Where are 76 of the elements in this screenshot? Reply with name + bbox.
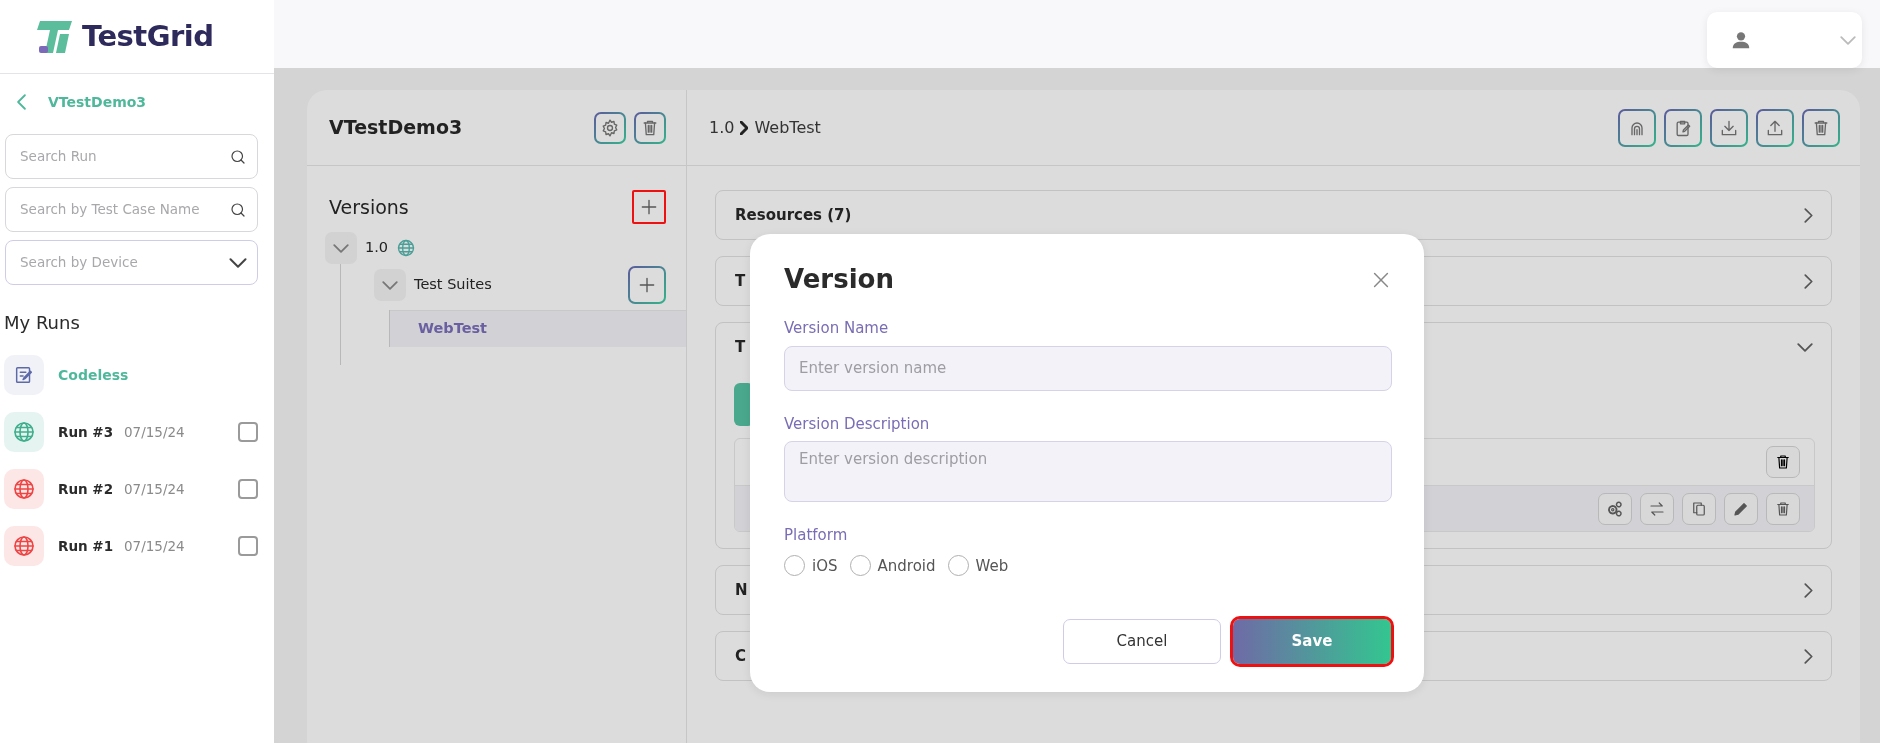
run-name[interactable]: Run #2 [58,478,124,500]
name-field[interactable]: Enter version name [784,345,1392,391]
chevron-down-icon [382,280,398,290]
edit-button[interactable] [1724,492,1758,525]
section-header[interactable]: C [735,644,746,668]
run-date: 07/15/24 [124,479,185,499]
device-dropdown[interactable]: Search by Device [18,251,229,274]
gear-icon [600,117,620,138]
checkbox[interactable] [238,479,258,499]
edit-button[interactable] [1664,108,1702,147]
run-name[interactable]: Run #1 [58,535,124,557]
plus-icon [637,275,657,295]
breadcrumb-item[interactable]: WebTest [754,115,821,140]
search-field[interactable]: Search Run [5,134,258,179]
copy-button[interactable] [1682,492,1716,525]
radio-button[interactable] [784,555,805,577]
section-title: My Runs [3,311,81,335]
checkbox[interactable] [238,422,258,442]
plus-icon [639,197,659,217]
delete-button[interactable] [1766,446,1800,478]
radio-label: Android [877,555,936,577]
project-title: VTestDemo3 [329,115,463,141]
search-field[interactable]: Search Run [18,145,229,168]
logo-text: TestGrid [82,17,214,55]
run-date: 07/15/24 [124,536,185,556]
swap-button[interactable] [1640,492,1674,525]
gears-icon [1606,499,1624,518]
field-label: Version Description [784,413,931,435]
logo-icon [36,18,74,55]
edit-note-icon [13,364,35,386]
suite-folder[interactable]: Test Suites [414,274,492,296]
section-header[interactable]: N [735,578,748,602]
test-suite-item[interactable]: WebTest [390,310,686,347]
trash-icon [1774,499,1792,518]
section-header[interactable]: Resources (7) [735,203,852,227]
chevron-right-icon [740,120,749,135]
version-node[interactable]: 1.0 [365,237,389,259]
cancel-button[interactable]: Cancel [1063,619,1221,665]
settings-button[interactable] [1598,492,1632,525]
section-header[interactable]: T [735,335,746,359]
radio-label: Web [975,555,1009,577]
section-header[interactable]: T [735,269,746,293]
breadcrumb-item[interactable]: 1.0 [709,115,735,140]
expand-toggle[interactable] [325,232,357,264]
description-field[interactable]: Enter version description [784,441,1392,503]
search-field[interactable]: Search by Test Case Name [18,198,229,221]
swap-icon [1648,499,1666,518]
radio-label: iOS [812,555,838,577]
radio-button[interactable] [947,555,969,577]
settings-button[interactable] [594,111,626,144]
run-name[interactable]: Run #3 [58,421,124,443]
download-button[interactable] [1710,108,1748,147]
chevron-down-icon [1840,35,1856,45]
chevron-down-icon [229,257,247,268]
field-label: Version Name [784,318,890,340]
search-icon [229,147,247,166]
search-icon [229,200,247,219]
device-dropdown[interactable]: Search by Device [5,240,258,285]
back-icon [17,94,26,110]
dialog-title: Version [784,264,894,296]
add-version-button[interactable] [632,190,666,224]
checkbox[interactable] [238,536,258,556]
route-button[interactable] [1618,108,1656,147]
add-suite-button[interactable] [628,266,666,304]
user-icon [1730,29,1752,51]
section-title: Versions [329,194,409,220]
radio-button[interactable] [849,555,871,577]
upload-button[interactable] [1756,108,1794,147]
field-label: Platform [784,525,849,547]
chevron-down-icon [333,243,349,253]
search-field[interactable]: Search by Test Case Name [5,187,258,232]
globe-icon [396,238,417,258]
expand-toggle[interactable] [374,269,406,301]
run-date: 07/15/24 [124,422,185,442]
trash-icon [1774,453,1792,471]
copy-icon [1690,499,1708,518]
